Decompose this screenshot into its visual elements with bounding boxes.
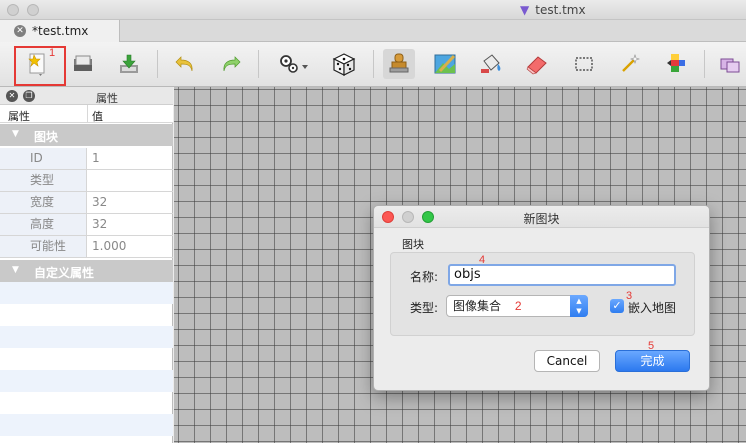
empty-row — [0, 304, 173, 326]
close-panel-icon[interactable]: ✕ — [6, 90, 18, 102]
cancel-button[interactable]: Cancel — [534, 350, 600, 372]
stamp-brush-button[interactable] — [383, 49, 415, 79]
terrain-brush-button[interactable] — [429, 49, 461, 79]
new-tileset-dialog: 新图块 图块 4 名称: objs 类型: 图像集合 2 ▲ ▼ 3 ✓ 嵌入地图… — [373, 205, 710, 391]
property-row[interactable]: ID 1 — [0, 148, 173, 170]
property-row[interactable]: 类型 — [0, 170, 173, 192]
eraser-icon — [526, 56, 547, 75]
close-icon[interactable]: ✕ — [14, 25, 26, 37]
undo-icon — [175, 56, 193, 72]
type-label: 类型: — [410, 301, 439, 315]
property-row[interactable]: 可能性 1.000 — [0, 236, 173, 258]
empty-row — [0, 414, 173, 436]
group-row-custom-properties[interactable]: ▼ 自定义属性 — [0, 260, 173, 282]
main-toolbar — [0, 42, 746, 87]
eraser-button[interactable] — [521, 49, 553, 79]
column-value-header[interactable]: 值 — [92, 108, 103, 124]
collapse-triangle-icon[interactable]: ▼ — [12, 129, 19, 139]
property-row[interactable]: 高度 32 — [0, 214, 173, 236]
toolbar-separator — [373, 50, 374, 78]
save-file-button[interactable] — [113, 49, 145, 79]
dice-icon — [332, 53, 356, 76]
empty-row — [0, 282, 173, 304]
rect-select-button[interactable] — [568, 49, 600, 79]
empty-row — [0, 348, 173, 370]
close-window-button[interactable] — [7, 4, 19, 16]
annotation-number: 1 — [49, 47, 56, 59]
ok-button[interactable]: 完成 — [615, 350, 690, 372]
commands-button[interactable] — [276, 49, 308, 79]
properties-panel: ✕ ❐ 属性 属性 值 ▼ 图块 ID 1 类型 宽度 32 高度 32 可能性… — [0, 87, 173, 443]
toolbar-separator — [704, 50, 705, 78]
name-label: 名称: — [410, 270, 439, 284]
redo-icon — [223, 56, 241, 72]
column-divider[interactable] — [87, 105, 88, 123]
select-same-tile-button[interactable] — [660, 49, 692, 79]
embed-in-map-checkbox[interactable]: ✓ — [610, 299, 624, 313]
redo-button[interactable] — [214, 49, 246, 79]
bucket-fill-button[interactable] — [475, 49, 507, 79]
object-select-button[interactable] — [714, 49, 746, 79]
tmx-file-icon: ▼ — [520, 3, 530, 17]
panel-header: ✕ ❐ 属性 — [0, 87, 173, 105]
tileset-group-box: 图块 — [390, 236, 695, 336]
terrain-brush-icon — [434, 54, 456, 74]
empty-row — [0, 326, 173, 348]
property-row[interactable]: 宽度 32 — [0, 192, 173, 214]
magic-wand-icon — [622, 54, 640, 72]
annotation-highlight-box — [14, 46, 66, 86]
bucket-fill-icon — [481, 54, 501, 73]
stamp-icon — [389, 53, 409, 73]
random-mode-button[interactable] — [328, 49, 360, 79]
embed-in-map-label[interactable]: 嵌入地图 — [628, 299, 676, 316]
minimize-window-button[interactable] — [27, 4, 39, 16]
collapse-triangle-icon[interactable]: ▼ — [12, 265, 19, 275]
open-file-button[interactable] — [67, 49, 99, 79]
magic-wand-button[interactable] — [614, 49, 646, 79]
group-row-tileset[interactable]: ▼ 图块 — [0, 124, 173, 146]
type-select[interactable]: 图像集合 2 ▲ ▼ — [446, 295, 588, 317]
toolbar-separator — [157, 50, 158, 78]
properties-column-header: 属性 值 — [0, 105, 173, 123]
tab-test-tmx[interactable]: ✕ *test.tmx — [0, 20, 120, 42]
tab-bar: ✕ *test.tmx — [0, 20, 746, 42]
empty-row — [0, 370, 173, 392]
name-input[interactable]: objs — [448, 264, 676, 286]
dialog-titlebar: 新图块 — [374, 206, 709, 228]
chevron-up-down-icon[interactable]: ▲ ▼ — [570, 295, 588, 317]
float-panel-icon[interactable]: ❐ — [23, 90, 35, 102]
toolbar-separator — [258, 50, 259, 78]
column-name-header[interactable]: 属性 — [8, 108, 30, 124]
object-select-icon — [720, 58, 740, 73]
folder-open-icon — [74, 55, 92, 71]
gears-icon — [280, 55, 308, 73]
select-same-tile-icon — [667, 54, 685, 72]
save-download-icon — [120, 54, 138, 73]
rectangle-select-icon — [575, 57, 593, 71]
empty-row — [0, 392, 173, 414]
window-titlebar: ▼ test.tmx — [0, 0, 746, 20]
window-title: ▼ test.tmx — [520, 3, 586, 17]
annotation-number: 2 — [514, 299, 522, 313]
undo-button[interactable] — [170, 49, 202, 79]
